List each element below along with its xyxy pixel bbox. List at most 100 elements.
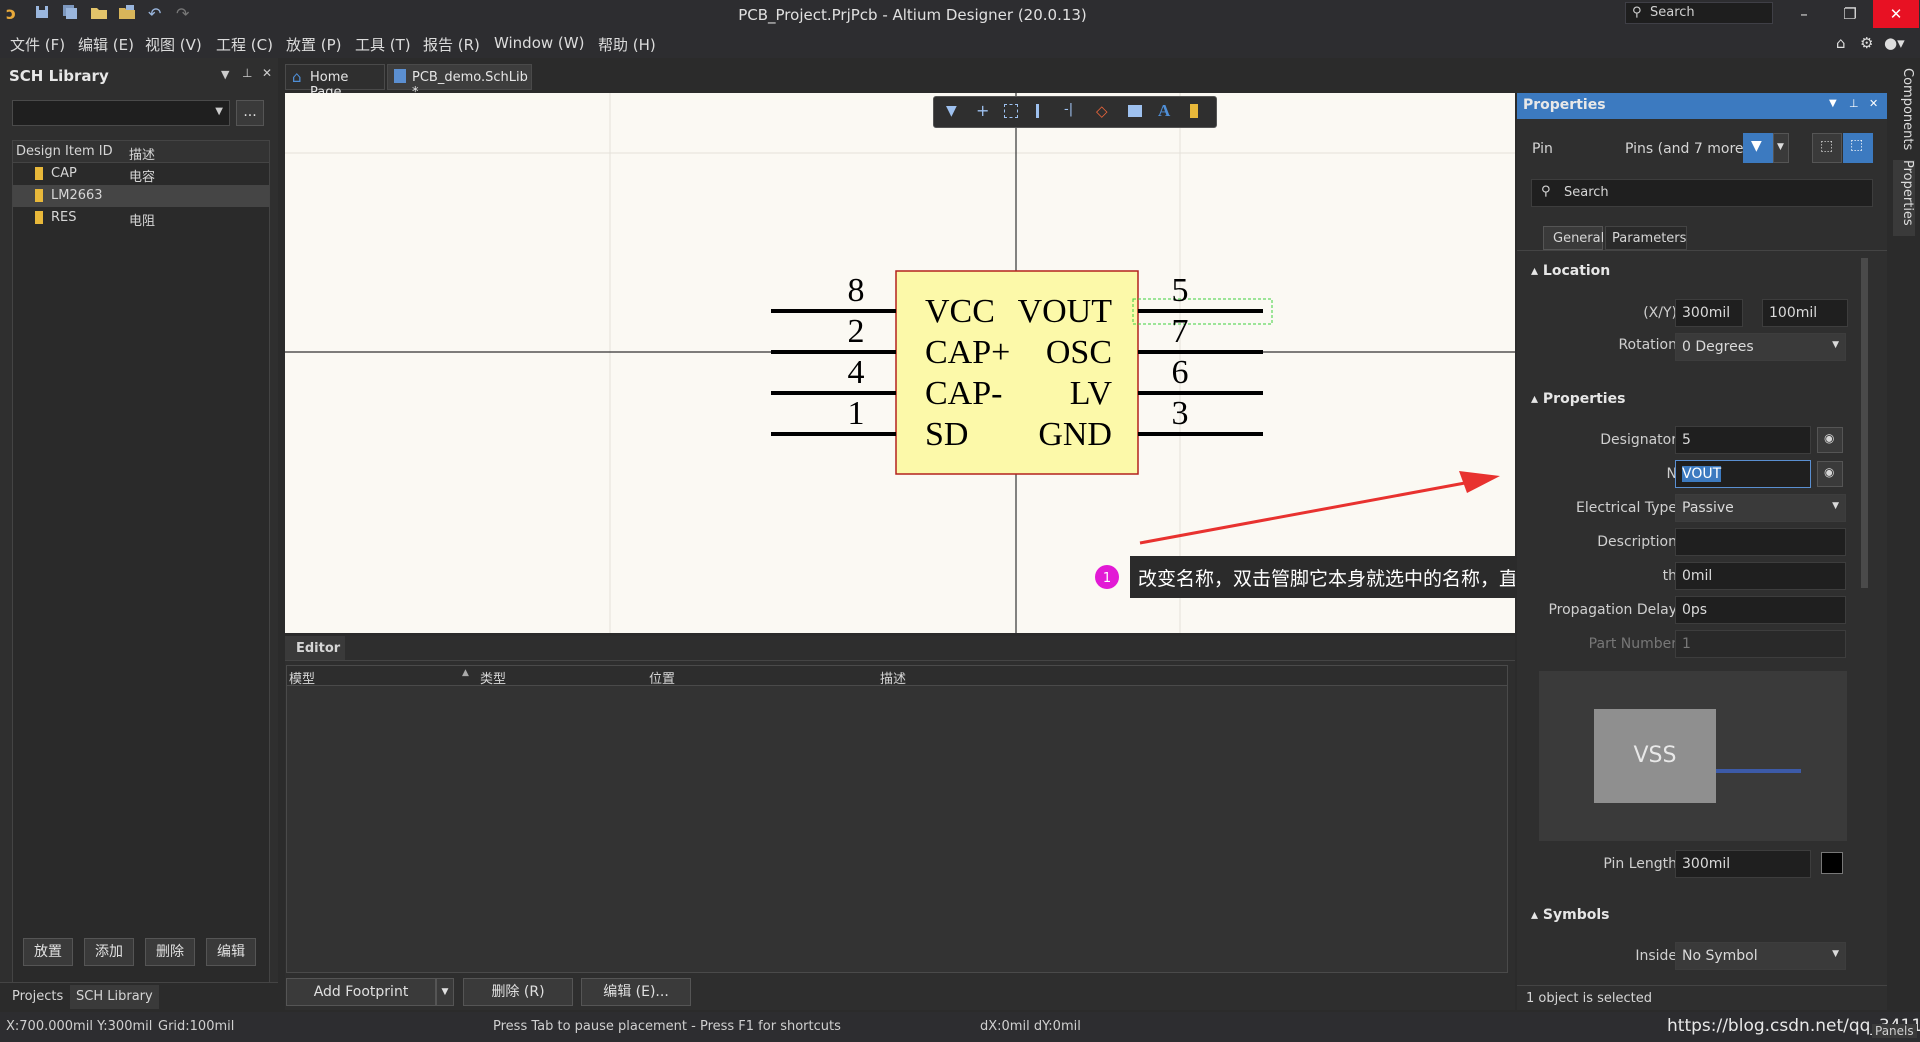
designator-visibility-toggle[interactable]: ◉ xyxy=(1817,427,1843,453)
add-button[interactable]: 添加 xyxy=(84,938,134,966)
symbols-header[interactable]: ▴ Symbols xyxy=(1531,907,1609,923)
side-tab-properties[interactable]: Properties xyxy=(1893,160,1915,236)
list-item[interactable]: LM2663 xyxy=(13,185,269,207)
electrical-type-label: Electrical Type xyxy=(1576,500,1677,516)
tab-sch-library[interactable]: SCH Library xyxy=(70,985,159,1009)
column-model[interactable]: 模型 xyxy=(289,668,315,687)
properties-search-input[interactable]: ⚲ Search xyxy=(1531,179,1873,207)
chevron-down-icon: ▼ xyxy=(215,106,223,117)
panels-button[interactable]: Panels xyxy=(1872,1024,1917,1038)
description-field[interactable] xyxy=(1675,528,1846,556)
column-type[interactable]: 类型 xyxy=(480,668,506,687)
panel-close-icon[interactable]: ✕ xyxy=(262,66,272,80)
add-footprint-button[interactable]: Add Footprint xyxy=(286,978,436,1006)
library-filter-dropdown[interactable]: ▼ xyxy=(12,100,230,126)
menu-file[interactable]: 文件 (F) xyxy=(10,34,65,55)
list-item[interactable]: CAP 电容 xyxy=(13,163,269,185)
side-tab-components[interactable]: Components xyxy=(1893,68,1915,154)
select-mode-icon[interactable]: ⬚ xyxy=(1843,133,1873,163)
inside-label: Inside xyxy=(1635,948,1677,964)
status-hint: Press Tab to pause placement - Press F1 … xyxy=(493,1019,841,1034)
panel-menu-icon[interactable]: ▼ xyxy=(1829,98,1837,109)
select-icon[interactable]: ⬚ xyxy=(1812,133,1842,163)
delta-coordinates: dX:0mil dY:0mil xyxy=(980,1019,1081,1034)
gear-icon[interactable]: ⚙ xyxy=(1860,34,1873,52)
location-header[interactable]: ▴ Location xyxy=(1531,263,1610,279)
pin-length-field[interactable]: 300mil xyxy=(1675,850,1811,878)
tab-schlib[interactable]: PCB_demo.SchLib * xyxy=(387,64,532,100)
item-id: LM2663 xyxy=(51,188,103,203)
schlib-file-icon xyxy=(394,69,406,83)
rotation-dropdown[interactable]: 0 Degrees ▼ xyxy=(1675,333,1846,361)
divider xyxy=(1517,250,1887,251)
tab-projects[interactable]: Projects xyxy=(6,985,69,1009)
panel-menu-icon[interactable]: ▼ xyxy=(221,68,229,81)
menu-reports[interactable]: 报告 (R) xyxy=(423,34,480,55)
restore-button[interactable]: ❐ xyxy=(1827,0,1873,28)
filter-dropdown[interactable]: ▼ xyxy=(1773,133,1789,163)
status-bar: X:700.000mil Y:300mil Grid:100mil Press … xyxy=(0,1012,1920,1042)
designator-field[interactable]: 5 xyxy=(1675,426,1811,454)
object-type: Pin xyxy=(1532,141,1553,157)
pin-package-length-field[interactable]: 0mil xyxy=(1675,562,1846,590)
global-search-input[interactable]: ⚲ Search xyxy=(1625,2,1773,24)
menu-place[interactable]: 放置 (P) xyxy=(286,34,342,55)
properties-scrollbar[interactable] xyxy=(1861,258,1868,588)
column-design-item-id[interactable]: Design Item ID xyxy=(16,144,113,159)
pin-icon[interactable]: ⊥ xyxy=(242,66,252,80)
column-description[interactable]: 描述 xyxy=(129,144,155,163)
y-field[interactable]: 100mil xyxy=(1762,299,1848,327)
pin-icon[interactable]: ⊥ xyxy=(1849,97,1859,110)
properties-header-label: Properties xyxy=(1542,391,1626,407)
propagation-delay-field[interactable]: 0ps xyxy=(1675,596,1846,624)
object-count: Pins (and 7 more) xyxy=(1625,141,1749,157)
column-location[interactable]: 位置 xyxy=(649,668,675,687)
menu-tools[interactable]: 工具 (T) xyxy=(355,34,411,55)
minimize-button[interactable]: – xyxy=(1781,0,1827,28)
place-button[interactable]: 放置 xyxy=(23,938,73,966)
edit-button[interactable]: 编辑 xyxy=(206,938,256,966)
properties-section-header[interactable]: ▴ Properties xyxy=(1531,391,1625,407)
grid-size: Grid:100mil xyxy=(158,1019,235,1034)
search-placeholder: Search xyxy=(1564,185,1609,200)
name-field[interactable]: VOUT xyxy=(1675,460,1811,488)
edit-footprint-button[interactable]: 编辑 (E)... xyxy=(581,978,691,1006)
menu-window[interactable]: Window (W) xyxy=(494,34,584,52)
editor-tab[interactable]: Editor xyxy=(285,636,345,660)
search-icon: ⚲ xyxy=(1541,184,1551,199)
panel-close-icon[interactable]: ✕ xyxy=(1869,97,1878,110)
filter-button[interactable]: ▼ xyxy=(1743,133,1773,163)
divider xyxy=(285,660,1515,661)
menu-view[interactable]: 视图 (V) xyxy=(145,34,202,55)
pin-color-swatch[interactable] xyxy=(1821,852,1843,874)
propagation-delay-label: Propagation Delay xyxy=(1548,602,1677,618)
user-icon[interactable]: ●▾ xyxy=(1884,34,1905,52)
browse-button[interactable]: ... xyxy=(236,100,264,126)
column-description[interactable]: 描述 xyxy=(880,668,906,687)
electrical-type-dropdown[interactable]: Passive ▼ xyxy=(1675,494,1846,522)
search-placeholder: Search xyxy=(1650,5,1695,20)
home-icon[interactable]: ⌂ xyxy=(1836,34,1846,52)
tab-home-page[interactable]: ⌂ Home Page xyxy=(285,64,385,100)
inside-symbol-dropdown[interactable]: No Symbol ▼ xyxy=(1675,942,1846,970)
list-item[interactable]: RES 电阻 xyxy=(13,207,269,229)
delete-footprint-button[interactable]: 删除 (R) xyxy=(463,978,573,1006)
schematic-canvas[interactable]: 8 2 4 1 5 7 6 3 VCC CAP+ CAP- SD VOUT OS… xyxy=(285,93,1515,633)
editor-panel: Editor 模型 ▲ 类型 位置 描述 Add Footprint ▼ 删除 … xyxy=(285,636,1515,1010)
pin-length-label: Pin Length xyxy=(1603,856,1677,872)
preview-body: VSS xyxy=(1594,709,1716,803)
right-side-tabs: Components Properties xyxy=(1889,60,1920,1010)
component-icon xyxy=(35,211,43,224)
menu-edit[interactable]: 编辑 (E) xyxy=(78,34,134,55)
item-id: CAP xyxy=(51,166,77,181)
name-visibility-toggle[interactable]: ◉ xyxy=(1817,461,1843,487)
tab-general[interactable]: General xyxy=(1543,226,1604,250)
delete-button[interactable]: 删除 xyxy=(145,938,195,966)
add-footprint-dropdown[interactable]: ▼ xyxy=(436,978,454,1006)
close-button[interactable]: ✕ xyxy=(1873,0,1919,28)
x-field[interactable]: 300mil xyxy=(1675,299,1743,327)
properties-title: Properties xyxy=(1523,97,1606,113)
tab-parameters[interactable]: Parameters xyxy=(1605,226,1687,250)
menu-project[interactable]: 工程 (C) xyxy=(216,34,273,55)
menu-help[interactable]: 帮助 (H) xyxy=(598,34,656,55)
